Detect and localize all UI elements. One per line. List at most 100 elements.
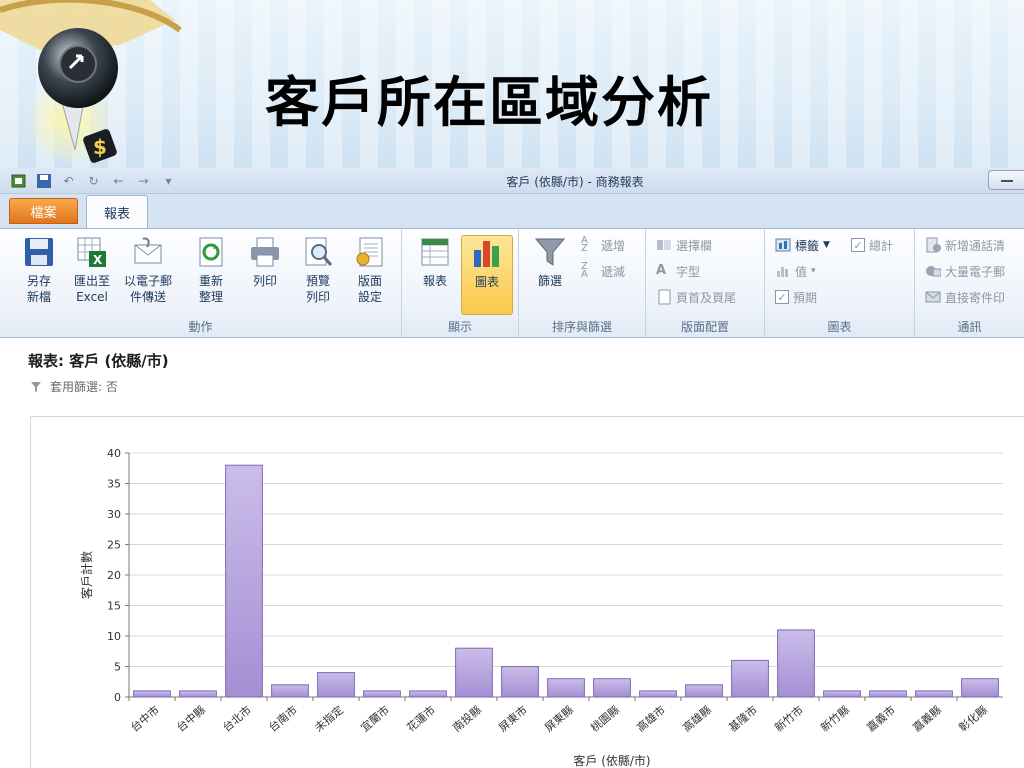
select-pane-label: 選擇欄: [676, 238, 713, 253]
bulk-email-icon: [926, 266, 941, 277]
crm-report-window: ↶ ↻ ← → ▾ 客戶 (依縣/市) - 商務報表 檔案 報表 另存 新檔 X …: [0, 168, 1024, 768]
x-tick-label: 屏東市: [496, 703, 530, 735]
forecast-checkbox[interactable]: ✓ 預期: [775, 287, 817, 307]
chevron-down-icon: ▼: [823, 240, 830, 250]
bar: [593, 678, 631, 698]
report-view-button[interactable]: 報表: [410, 235, 460, 315]
page-icon: [658, 289, 671, 305]
mail-merge-icon: [925, 291, 941, 303]
sort-descending-label: 遞減: [601, 264, 626, 279]
group-chart: 標籤 ▼ ✓ 總計 值 ▾ ✓ 預期 圖表: [765, 229, 915, 338]
bulk-email-label: 大量電子郵: [945, 264, 1006, 279]
export-excel-button[interactable]: X 匯出至 Excel: [67, 235, 117, 315]
y-tick-label: 10: [107, 630, 121, 643]
values-icon: [777, 267, 788, 277]
x-tick-label: 宜蘭市: [358, 703, 392, 735]
header-footer-button[interactable]: 頁首及頁尾: [656, 287, 736, 307]
funnel-icon: [31, 381, 41, 392]
group-chart-label: 圖表: [827, 320, 852, 334]
save-as-new-button[interactable]: 另存 新檔: [14, 235, 64, 315]
save-icon: [25, 238, 53, 266]
filter-button[interactable]: 篩選: [525, 235, 575, 315]
x-tick-label: 高雄縣: [680, 703, 714, 735]
chart-area: 0 5 10 15 20 25 30 35 40 台中市 台中縣 台北市 台南市 未指定 宜蘭市 花蓮市 南投縣…: [30, 416, 1024, 768]
bulk-email-button[interactable]: 大量電子郵: [925, 261, 1005, 281]
chevron-down-icon: ▾: [811, 266, 816, 276]
export-excel-label-1: 匯出至: [73, 274, 110, 288]
new-call-list-button[interactable]: 新增通話清: [925, 235, 1005, 255]
bar: [961, 678, 999, 698]
direct-mail-button[interactable]: 直接寄件印: [925, 287, 1005, 307]
x-tick-label: 高雄市: [634, 703, 668, 735]
x-tick-label: 新竹市: [772, 703, 806, 735]
filter-label: 篩選: [537, 274, 562, 288]
total-checkbox[interactable]: ✓ 總計: [851, 235, 893, 255]
tab-report[interactable]: 報表: [86, 195, 148, 228]
total-label: 總計: [869, 238, 894, 253]
email-button[interactable]: 以電子郵 件傳送: [120, 235, 176, 315]
labels-icon: [775, 238, 791, 252]
bar: [409, 690, 447, 698]
y-axis-title: 客戶計數: [79, 551, 94, 599]
select-pane-button[interactable]: 選擇欄: [656, 235, 712, 255]
print-button[interactable]: 列印: [240, 235, 290, 315]
bar: [777, 629, 815, 698]
x-tick-label: 彰化縣: [956, 703, 990, 735]
labels-label: 標籤: [795, 238, 820, 253]
print-label: 列印: [252, 274, 277, 288]
bar: [547, 678, 585, 698]
refresh-label-2: 整理: [198, 290, 223, 304]
x-tick-label: 未指定: [312, 703, 346, 735]
chart-view-button[interactable]: 圖表: [461, 235, 513, 315]
funnel-icon: [534, 238, 566, 266]
ribbon: 另存 新檔 X 匯出至 Excel 以電子郵 件傳送 重新整理 列印 預覽 列印: [0, 228, 1024, 338]
font-button[interactable]: A 字型: [656, 261, 700, 281]
group-actions: 另存 新檔 X 匯出至 Excel 以電子郵 件傳送 重新整理 列印 預覽 列印: [0, 229, 402, 338]
refresh-button[interactable]: 重新 整理: [186, 235, 236, 315]
group-layout-label: 版面配置: [680, 320, 729, 334]
x-tick-label: 新竹縣: [818, 703, 852, 735]
labels-dropdown[interactable]: 標籤 ▼: [775, 235, 830, 255]
report-view-icon: [421, 238, 449, 266]
values-dropdown[interactable]: 值 ▾: [775, 261, 816, 281]
print-preview-button[interactable]: 預覽 列印: [293, 235, 343, 315]
bar: [179, 690, 217, 698]
group-sort-filter-label: 排序與篩選: [551, 320, 612, 334]
pin-logo-icon: $: [0, 0, 182, 165]
x-tick-label: 桃園縣: [588, 703, 622, 735]
group-actions-label: 動作: [188, 320, 213, 334]
bar: [823, 690, 861, 698]
preview-label-2: 列印: [305, 290, 330, 304]
report-view-label: 報表: [422, 274, 447, 288]
bar: [501, 666, 539, 698]
sort-descending-button[interactable]: ZA 遞減: [581, 261, 625, 281]
page-setup-button[interactable]: 版面 設定: [345, 235, 395, 315]
x-axis-title: 客戶 (依縣/市): [573, 753, 650, 768]
filter-status-label: 套用篩選: 否: [50, 380, 118, 394]
forecast-label: 預期: [793, 290, 818, 305]
y-tick-label: 20: [107, 569, 121, 582]
window-title: 客戶 (依縣/市) - 商務報表: [506, 175, 644, 189]
y-tick-label: 15: [107, 600, 121, 613]
group-display-label: 顯示: [447, 320, 472, 334]
bar: [225, 464, 263, 698]
x-tick-label: 嘉義市: [864, 703, 898, 735]
x-tick-label: 台中市: [128, 703, 162, 735]
tab-file[interactable]: 檔案: [9, 198, 78, 224]
group-layout: 選擇欄 A 字型 頁首及頁尾 版面配置: [646, 229, 765, 338]
group-communications-label: 通訊: [957, 320, 982, 334]
bar: [869, 690, 907, 698]
x-tick-label: 屏東縣: [542, 703, 576, 734]
slide-title: 客戶所在區域分析: [265, 71, 713, 134]
header-footer-label: 頁首及頁尾: [676, 290, 737, 305]
refresh-label-1: 重新: [198, 274, 223, 288]
page-setup-icon: [356, 237, 383, 267]
y-tick-label: 0: [114, 691, 121, 704]
printer-icon: [251, 237, 279, 267]
svg-text:X: X: [93, 253, 103, 267]
minimize-button[interactable]: [988, 170, 1024, 190]
email-label-1: 以電子郵: [123, 274, 172, 288]
refresh-icon: [199, 237, 223, 267]
y-tick-label: 5: [114, 661, 121, 674]
sort-ascending-button[interactable]: AZ 遞增: [581, 235, 625, 255]
